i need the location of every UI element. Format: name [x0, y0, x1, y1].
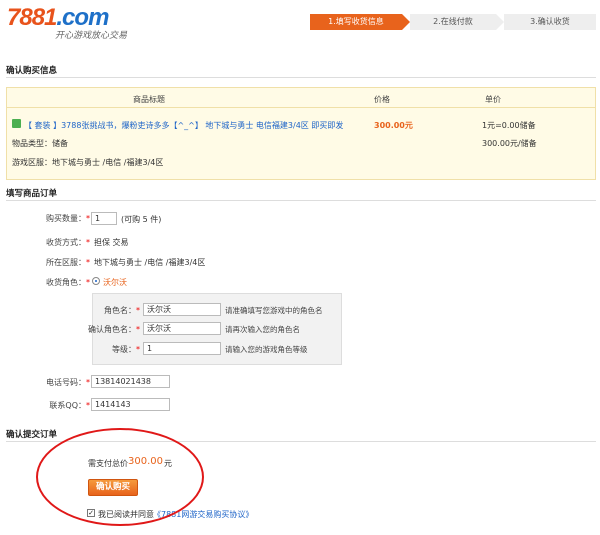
game-region-label: 游戏区服： [12, 158, 52, 167]
qq-input[interactable]: 1414143 [91, 398, 170, 411]
logo-number: 7881 [7, 4, 57, 31]
phone-input[interactable]: 13814021438 [91, 375, 170, 388]
logo-slogan: 开心游戏放心交易 [55, 31, 128, 41]
item-type-label: 物品类型： [12, 139, 52, 148]
col-header-price: 价格 [374, 95, 390, 104]
server-value: 地下城与勇士 /电信 /福建3/4区 [94, 258, 206, 267]
col-header-unit: 单价 [485, 95, 501, 104]
divider [6, 77, 596, 78]
divider [6, 200, 596, 201]
confirm-role-hint: 请再次输入您的角色名 [225, 325, 300, 334]
logo-domain: .com [56, 4, 109, 31]
step-confirm-receipt: 3.确认收货 [504, 14, 596, 30]
product-icon [12, 119, 21, 128]
product-price: 300.00元 [374, 121, 413, 130]
col-header-title: 商品标题 [133, 95, 165, 104]
order-info-header [7, 88, 595, 108]
unit-price-ratio: 1元=0.00储备 [482, 121, 536, 130]
server-label: 所在区服：* [46, 258, 90, 267]
item-type-value: 储备 [52, 139, 68, 148]
section-title-submit: 确认提交订单 [6, 430, 58, 440]
role-name-label: 角色名：* [104, 306, 140, 315]
product-title-link[interactable]: 【 套装 】3788张挑战书，爆粉吏诗多多【^_^】 地下城与勇士 电信福建3/… [24, 120, 364, 131]
role-name-input[interactable]: 沃尔沃 [143, 303, 221, 316]
game-region-value: 地下城与勇士 /电信 /福建3/4区 [52, 158, 164, 167]
role-radio[interactable] [92, 277, 100, 285]
role-label: 收货角色：* [46, 278, 90, 287]
delivery-label: 收货方式：* [46, 238, 90, 247]
level-hint: 请输入您的游戏角色等级 [225, 345, 308, 354]
level-label: 等级：* [112, 345, 140, 354]
progress-steps: 1.填写收货信息 2.在线付款 3.确认收货 [310, 14, 596, 30]
step-fill-info: 1.填写收货信息 [310, 14, 410, 30]
step-pay-online: 2.在线付款 [410, 14, 504, 30]
confirm-role-label: 确认角色名：* [88, 325, 140, 334]
section-title-order: 填写商品订单 [6, 189, 58, 199]
qq-label: 联系QQ：* [49, 401, 90, 410]
role-option[interactable]: 沃尔沃 [103, 277, 127, 288]
qty-input[interactable]: 1 [91, 212, 117, 225]
section-title-confirm: 确认购买信息 [6, 66, 58, 76]
qty-label: 购买数量：* [46, 214, 90, 223]
qty-hint: (可购 5 件) [121, 215, 162, 224]
role-name-hint: 请准确填写您游戏中的角色名 [225, 306, 323, 315]
highlight-annotation-ellipse [36, 428, 204, 526]
delivery-value: 担保 交易 [94, 238, 129, 247]
phone-label: 电话号码：* [46, 378, 90, 387]
unit-price-value: 300.00元/储备 [482, 139, 537, 148]
confirm-role-input[interactable]: 沃尔沃 [143, 322, 221, 335]
level-input[interactable]: 1 [143, 342, 221, 355]
